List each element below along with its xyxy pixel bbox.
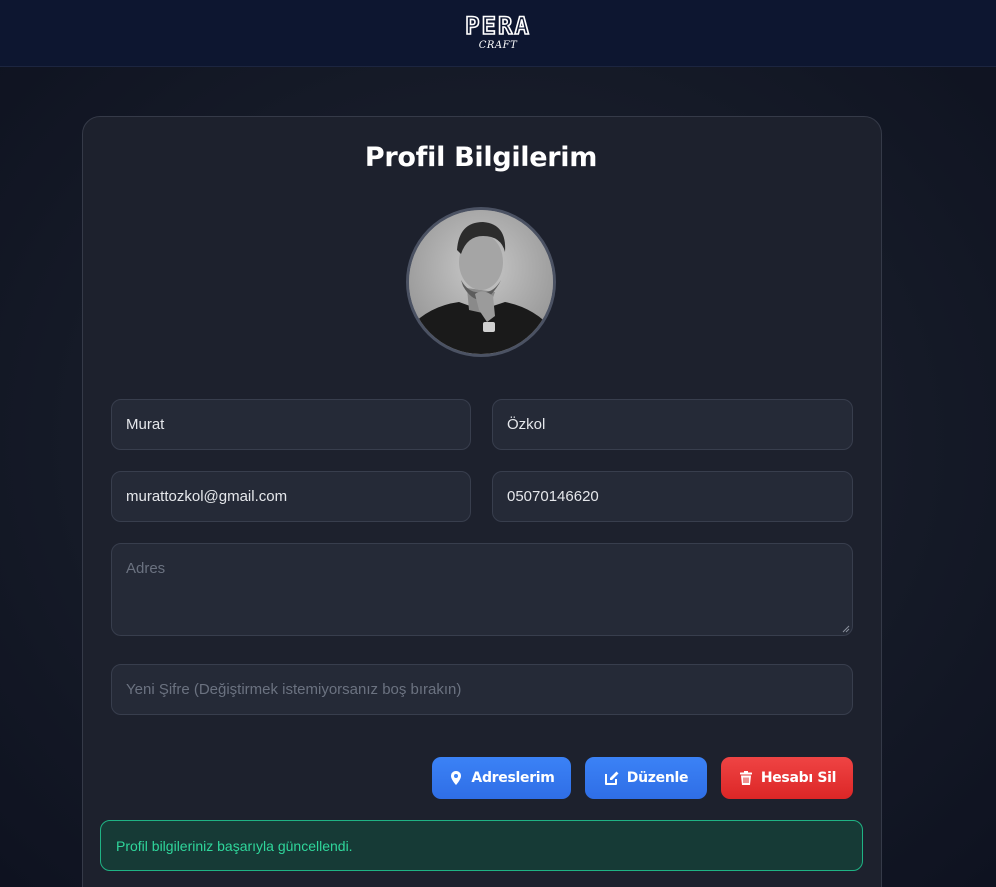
email-value: murattozkol@gmail.com — [126, 488, 288, 505]
first-name-value: Murat — [126, 416, 165, 433]
password-placeholder: Yeni Şifre (Değiştirmek istemiyorsanız b… — [126, 681, 462, 698]
avatar — [406, 207, 556, 357]
edit-icon — [604, 771, 619, 785]
delete-account-button[interactable]: Hesabı Sil — [721, 757, 853, 799]
brand-logo[interactable]: PERA CRAFT — [464, 12, 531, 51]
page-title: Profil Bilgilerim — [364, 142, 598, 173]
avatar-photo — [409, 210, 553, 354]
addresses-button-label: Adreslerim — [471, 770, 555, 786]
top-navbar: PERA CRAFT — [0, 0, 996, 67]
success-alert-message: Profil bilgileriniz başarıyla güncellend… — [116, 837, 353, 854]
last-name-value: Özkol — [507, 416, 546, 433]
edit-button[interactable]: Düzenle — [585, 757, 707, 799]
new-password-field[interactable]: Yeni Şifre (Değiştirmek istemiyorsanız b… — [111, 664, 853, 715]
edit-button-label: Düzenle — [626, 770, 689, 786]
delete-account-button-label: Hesabı Sil — [760, 770, 837, 786]
trash-icon — [739, 771, 752, 785]
logo-sub-text: CRAFT — [478, 40, 518, 51]
success-alert: Profil bilgileriniz başarıyla güncellend… — [100, 820, 863, 871]
logo-main-text: PERA — [464, 12, 531, 40]
address-textarea[interactable]: Adres — [111, 543, 853, 636]
address-placeholder: Adres — [126, 560, 166, 577]
resize-handle-icon[interactable] — [842, 625, 850, 633]
last-name-field[interactable]: Özkol — [492, 399, 853, 450]
email-field[interactable]: murattozkol@gmail.com — [111, 471, 471, 522]
phone-field[interactable]: 05070146620 — [492, 471, 853, 522]
first-name-field[interactable]: Murat — [111, 399, 471, 450]
phone-value: 05070146620 — [507, 488, 599, 505]
addresses-button[interactable]: Adreslerim — [432, 757, 571, 799]
map-pin-icon — [451, 771, 462, 785]
